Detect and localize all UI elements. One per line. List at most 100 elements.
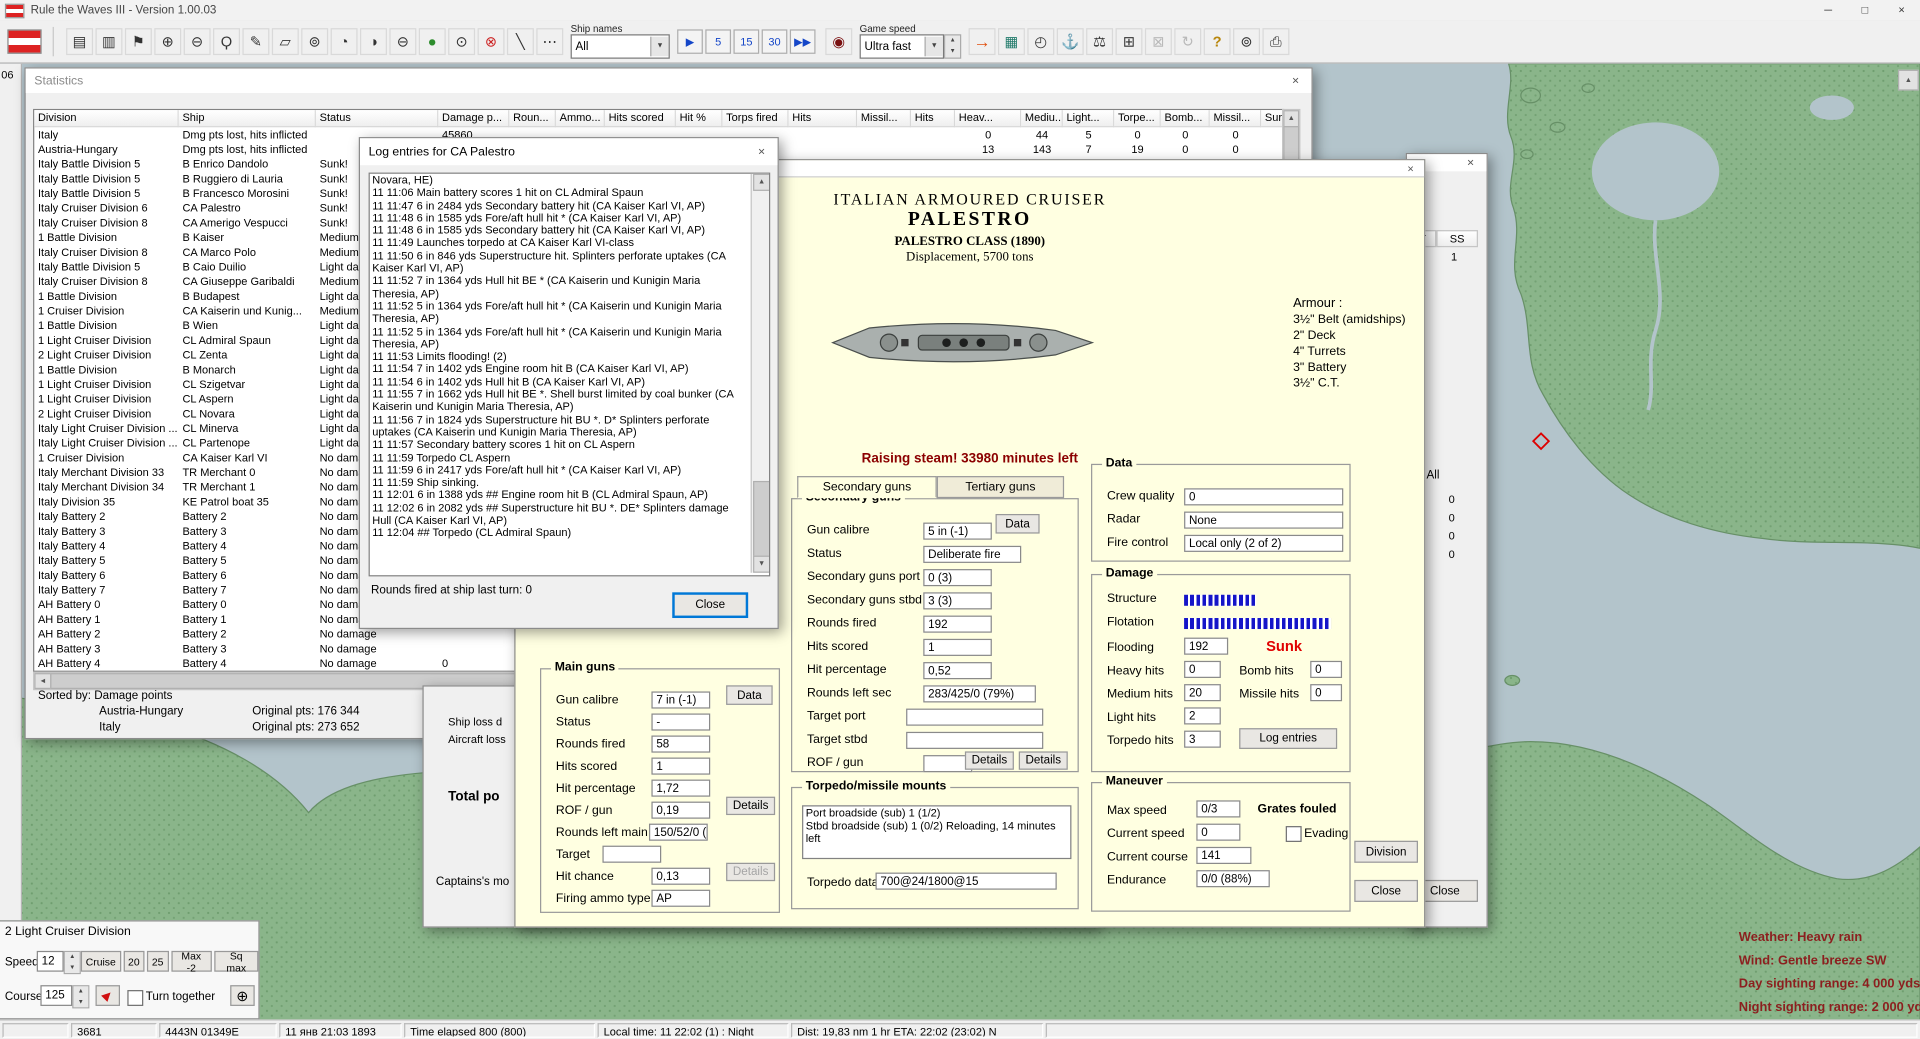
log-scroll-thumb[interactable]: [753, 481, 770, 557]
circle-dot-icon[interactable]: ⊙: [448, 28, 475, 55]
course-stepper[interactable]: 125 ▲▼: [40, 985, 89, 1008]
spin-up-icon[interactable]: ▲: [73, 986, 88, 996]
column-header[interactable]: Torpe...: [1114, 110, 1161, 127]
column-header[interactable]: Roun...: [509, 110, 556, 127]
column-header[interactable]: Survi: [1261, 110, 1284, 127]
column-header[interactable]: Hits scored: [605, 110, 676, 127]
log-list[interactable]: Novara, HE)11 11:06 Main battery scores …: [369, 173, 771, 577]
column-header[interactable]: Hit %: [676, 110, 723, 127]
spin-down-icon[interactable]: ▼: [73, 997, 88, 1007]
column-header[interactable]: Division: [34, 110, 178, 127]
log-entry[interactable]: 11 11:54 7 in 1402 yds Engine room hit B…: [370, 363, 750, 376]
statistics-titlebar[interactable]: Statistics ×: [26, 69, 1312, 93]
nation-flag-icon[interactable]: [7, 29, 41, 53]
column-header[interactable]: Damage p...: [438, 110, 509, 127]
close-button[interactable]: ×: [1883, 0, 1920, 21]
column-header[interactable]: Missil...: [1210, 110, 1261, 127]
log-entry[interactable]: 11 11:06 Main battery scores 1 hit on CL…: [370, 186, 750, 199]
no-fire-icon[interactable]: ⊗: [478, 28, 505, 55]
main-hitchance-details-button[interactable]: Details: [726, 863, 775, 881]
log-entry[interactable]: 11 11:52 7 in 1364 yds Hull hit BE * (CA…: [370, 275, 750, 300]
column-header[interactable]: Missil...: [857, 110, 911, 127]
column-header[interactable]: Hits: [911, 110, 955, 127]
globe-icon[interactable]: ⊚: [301, 28, 328, 55]
tab-secondary-guns[interactable]: Secondary guns: [797, 476, 937, 498]
game-speed-dropdown[interactable]: Ultra fast ▼: [860, 34, 944, 58]
main-rof-details-button[interactable]: Details: [726, 797, 775, 815]
log-entry[interactable]: 11 12:01 6 in 1388 yds ## Engine room hi…: [370, 489, 750, 502]
course-value[interactable]: 125: [40, 985, 72, 1006]
zoom-in-icon[interactable]: ⊕: [154, 28, 181, 55]
log-dialog-titlebar[interactable]: Log entries for CA Palestro ×: [360, 138, 778, 165]
log-entry[interactable]: 11 11:49 Launches torpedo at CA Kaiser K…: [370, 237, 750, 250]
app-titlebar[interactable]: Rule the Waves III - Version 1.00.03 ─ □…: [0, 0, 1920, 22]
speed-stepper[interactable]: 12 ▲▼: [37, 951, 81, 974]
log-entry[interactable]: 11 11:59 6 in 2417 yds Fore/aft hull hit…: [370, 464, 750, 477]
grid-plus-icon[interactable]: ⊞: [1116, 28, 1143, 55]
scrollbar-up-button[interactable]: ▲: [1898, 70, 1919, 91]
save-icon[interactable]: ▤: [66, 28, 93, 55]
log-close-button[interactable]: Close: [672, 592, 748, 618]
column-header[interactable]: Light...: [1063, 110, 1114, 127]
speed-preset-button[interactable]: Cruise: [81, 951, 121, 972]
log-book-icon[interactable]: ▥: [96, 28, 123, 55]
log-entry[interactable]: 11 11:47 6 in 2484 yds Secondary battery…: [370, 199, 750, 212]
spin-down-icon[interactable]: ▼: [945, 47, 960, 58]
close-icon[interactable]: ×: [1397, 162, 1424, 174]
scroll-left-icon[interactable]: ◄: [34, 673, 51, 689]
scroll-up-icon[interactable]: ▲: [1283, 110, 1299, 127]
range-rings-icon[interactable]: ◔: [331, 28, 358, 55]
range-rings-alt-icon[interactable]: ◑: [360, 28, 387, 55]
magnifier-icon[interactable]: Ϙ: [213, 28, 240, 55]
zoom-out-icon[interactable]: ⊖: [184, 28, 211, 55]
column-header[interactable]: Torps fired: [722, 110, 788, 127]
log-entry[interactable]: 11 11:59 Torpedo CL Aspern: [370, 451, 750, 464]
column-header[interactable]: Hits: [789, 110, 858, 127]
speed-preset-button[interactable]: Max -2: [171, 951, 212, 972]
ruler-icon[interactable]: ╲: [507, 28, 534, 55]
speed-preset-button[interactable]: 20: [123, 951, 144, 972]
main-data-button[interactable]: Data: [726, 685, 773, 705]
spin-up-icon[interactable]: ▲: [945, 35, 960, 46]
log-entry[interactable]: 11 11:56 7 in 1824 yds Superstructure hi…: [370, 413, 750, 438]
log-entry[interactable]: 11 11:52 5 in 1364 yds Fore/aft hull hit…: [370, 325, 750, 350]
turn-together-checkbox[interactable]: [127, 990, 143, 1006]
ship-names-dropdown[interactable]: All ▼: [571, 34, 670, 58]
log-entry[interactable]: 11 11:48 6 in 1585 yds Fore/aft hull hit…: [370, 212, 750, 225]
scales-icon[interactable]: ⚖: [1086, 28, 1113, 55]
spin-up-icon[interactable]: ▲: [65, 952, 80, 962]
grid-star-icon[interactable]: ⊠: [1145, 28, 1172, 55]
help-icon[interactable]: ?: [1204, 28, 1231, 55]
column-header[interactable]: Mediu...: [1021, 110, 1063, 127]
column-header[interactable]: Heav...: [955, 110, 1021, 127]
game-speed-stepper[interactable]: ▲ ▼: [944, 34, 961, 58]
log-entry[interactable]: 11 11:57 Secondary battery scores 1 hit …: [370, 438, 750, 451]
run-pulse-button[interactable]: ▶: [677, 29, 703, 53]
speed-preset-button[interactable]: Sq max: [214, 951, 258, 972]
log-entry[interactable]: 11 11:54 6 in 1402 yds Hull hit B (CA Ka…: [370, 375, 750, 388]
scroll-up-icon[interactable]: ▲: [753, 174, 770, 191]
column-header-ss[interactable]: SS: [1436, 230, 1478, 247]
secondary-details-port-button[interactable]: Details: [965, 751, 1014, 769]
log-entry[interactable]: 11 11:53 Limits flooding! (2): [370, 350, 750, 363]
maximize-button[interactable]: □: [1847, 0, 1884, 21]
spin-down-icon[interactable]: ▼: [65, 963, 80, 973]
evading-checkbox[interactable]: [1286, 826, 1302, 842]
pencil-icon[interactable]: ✎: [242, 28, 269, 55]
log-entry[interactable]: 11 11:55 7 in 1662 yds Hull hit BE *. Sh…: [370, 388, 750, 413]
anchor-icon[interactable]: ⚓: [1057, 28, 1084, 55]
log-entries-button[interactable]: Log entries: [1239, 728, 1337, 749]
minimize-button[interactable]: ─: [1810, 0, 1847, 21]
log-entry[interactable]: 11 11:59 Ship sinking.: [370, 476, 750, 489]
close-icon[interactable]: ×: [1282, 74, 1309, 87]
scroll-down-icon[interactable]: ▼: [753, 556, 770, 573]
log-entry[interactable]: 11 12:02 6 in 2082 yds ## Superstructure…: [370, 501, 750, 526]
next-ship-arrow-icon[interactable]: →: [969, 28, 996, 55]
log-entry[interactable]: Novara, HE): [370, 174, 750, 187]
column-header[interactable]: Bomb...: [1161, 110, 1210, 127]
log-entry[interactable]: 11 11:48 6 in 1585 yds Secondary battery…: [370, 224, 750, 237]
close-icon[interactable]: ×: [748, 145, 775, 158]
signal-flags-icon[interactable]: ⚑: [125, 28, 152, 55]
column-header[interactable]: Status: [316, 110, 438, 127]
circle-minus-icon[interactable]: ⊖: [389, 28, 416, 55]
